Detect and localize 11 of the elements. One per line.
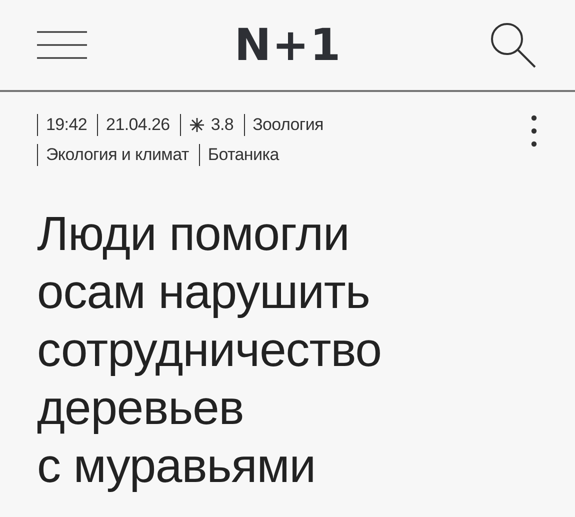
asterisk-icon — [188, 117, 205, 133]
site-logo[interactable]: N+1 — [234, 20, 342, 70]
search-icon[interactable] — [489, 21, 537, 69]
menu-icon[interactable] — [37, 29, 87, 61]
meta-text: 21.04.26 — [97, 114, 180, 136]
meta-text: 19:42 — [37, 114, 98, 136]
rubric-link[interactable]: Экология и климат — [37, 144, 199, 166]
article-title: Люди помогли осам нарушить сотрудничество деревьев с муравьями — [37, 207, 382, 495]
rubric-link[interactable]: Ботаника — [198, 144, 289, 166]
difficulty-value: 3.8 — [210, 115, 234, 135]
rubric-link[interactable]: Зоология — [244, 114, 334, 136]
